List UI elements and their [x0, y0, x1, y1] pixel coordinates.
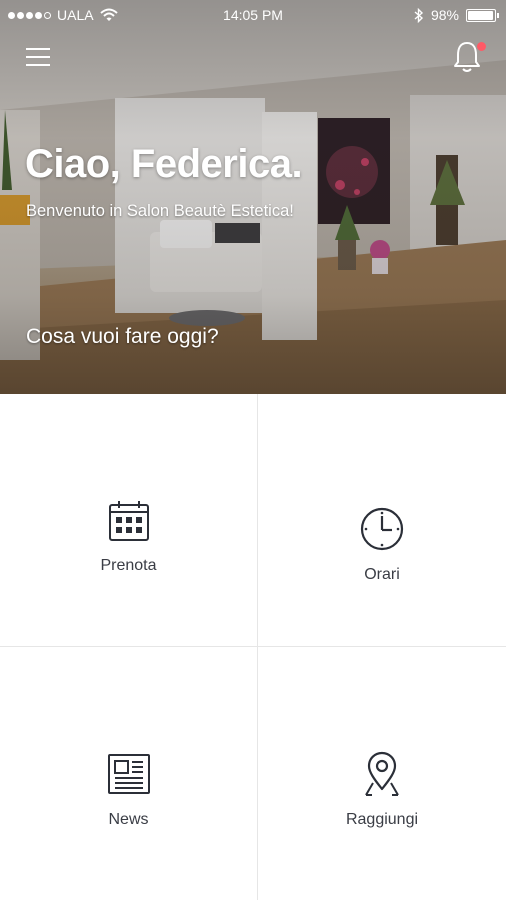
- calendar-icon: [108, 501, 149, 541]
- action-grid: Prenota Orari News Raggiungi: [0, 394, 506, 900]
- newspaper-icon: [107, 754, 150, 794]
- welcome-message: Benvenuto in Salon Beautè Estetica!: [26, 202, 294, 220]
- notification-badge: [477, 42, 486, 51]
- notifications-button[interactable]: [452, 40, 486, 78]
- hero-banner: UALA 14:05 PM 98% Ciao, Federica. Benven…: [0, 0, 506, 394]
- hamburger-menu-icon: [26, 64, 50, 66]
- orari-label: Orari: [364, 566, 400, 583]
- battery-percent: 98%: [430, 7, 459, 23]
- prenota-label: Prenota: [100, 557, 157, 574]
- raggiungi-label: Raggiungi: [345, 811, 419, 828]
- hamburger-menu-icon: [26, 56, 50, 58]
- status-bar: UALA 14:05 PM 98%: [0, 0, 506, 30]
- raggiungi-tile[interactable]: Raggiungi: [258, 647, 506, 900]
- news-tile[interactable]: News: [0, 647, 257, 900]
- clock-icon: [360, 507, 404, 551]
- bluetooth-icon: [414, 7, 423, 23]
- news-label: News: [108, 811, 149, 828]
- battery-fill: [468, 10, 494, 20]
- greeting-title: Ciao, Federica.: [25, 142, 303, 186]
- status-right: 98%: [414, 7, 499, 23]
- battery-icon: [466, 8, 499, 22]
- hamburger-menu-icon: [26, 48, 50, 50]
- map-pin-icon: [365, 751, 399, 796]
- orari-tile[interactable]: Orari: [258, 394, 506, 646]
- grid-divider-horizontal: [0, 646, 506, 647]
- prenota-tile[interactable]: Prenota: [0, 394, 257, 646]
- action-prompt: Cosa vuoi fare oggi?: [26, 325, 219, 348]
- grid-divider-vertical: [257, 394, 258, 900]
- menu-button[interactable]: [26, 48, 50, 70]
